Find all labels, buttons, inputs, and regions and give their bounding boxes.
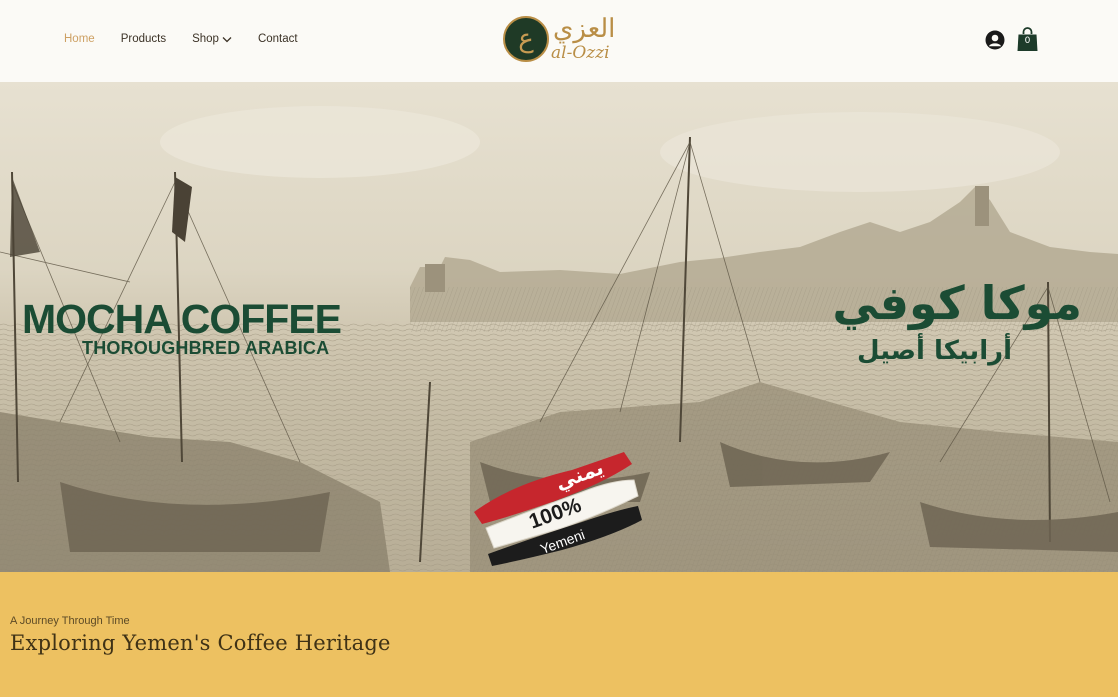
logo-latin-text: al-Ozzi: [551, 43, 610, 63]
logo-seal-glyph: ع: [518, 24, 534, 54]
nav-shop[interactable]: Shop: [192, 33, 232, 45]
main-nav: Home Products Shop Contact: [64, 33, 324, 45]
hero-banner: MOCHA COFFEE THOROUGHBRED ARABICA موكا ك…: [0, 82, 1118, 572]
site-header: Home Products Shop Contact ع العزي al-Oz…: [0, 0, 1118, 83]
logo-seal-icon: ع: [503, 16, 549, 62]
brand-logo[interactable]: ع العزي al-Ozzi: [503, 14, 621, 68]
nav-shop-label: Shop: [192, 33, 219, 45]
yemeni-flag-badge: يمني 100% Yemeni: [472, 444, 642, 566]
logo-arabic-text: العزي: [553, 14, 616, 44]
nav-contact[interactable]: Contact: [258, 33, 298, 45]
nav-home[interactable]: Home: [64, 33, 95, 45]
cart-button[interactable]: 0: [1017, 27, 1038, 52]
heritage-section: A Journey Through Time Exploring Yemen's…: [0, 572, 1118, 697]
hero-subtitle-ar: أرابيكا أصيل: [857, 336, 1012, 366]
cart-count: 0: [1024, 36, 1031, 46]
hero-title-en: MOCHA COFFEE: [22, 296, 342, 342]
user-account-icon[interactable]: [985, 30, 1005, 50]
nav-products[interactable]: Products: [121, 33, 166, 45]
chevron-down-icon: [222, 36, 232, 42]
hero-title-ar: موكا كوفي: [832, 276, 1082, 330]
heritage-kicker: A Journey Through Time: [10, 615, 130, 627]
hero-subtitle-en: THOROUGHBRED ARABICA: [82, 338, 330, 358]
heritage-heading: Exploring Yemen's Coffee Heritage: [10, 631, 391, 655]
